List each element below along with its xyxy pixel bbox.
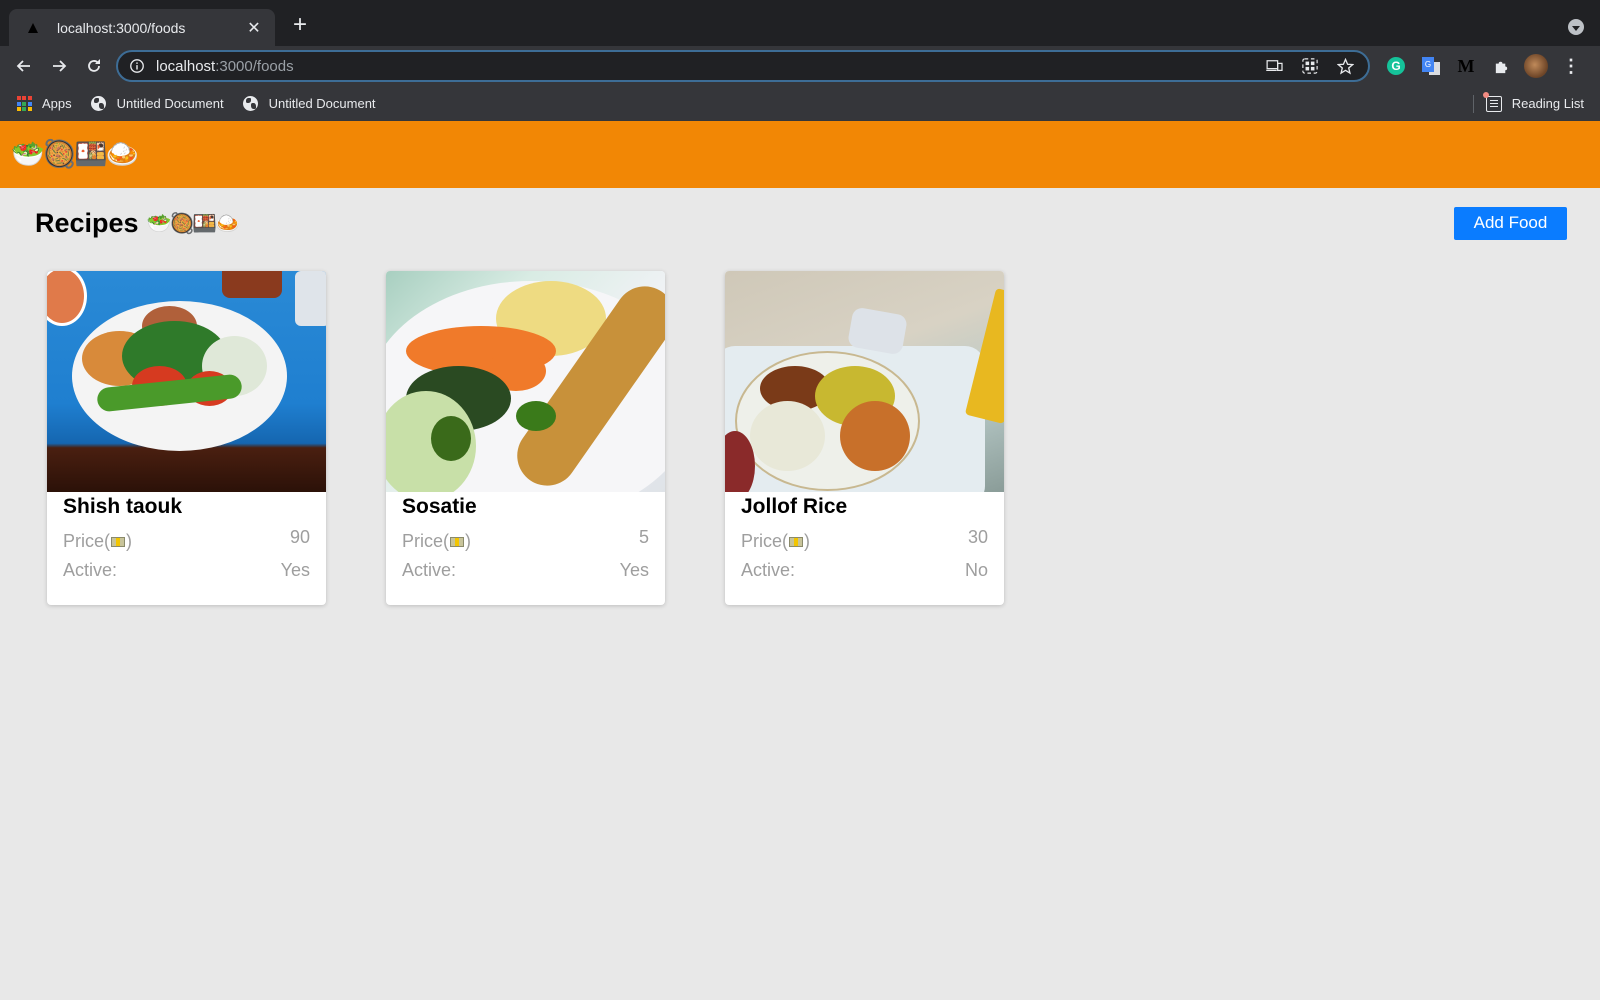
price-row: Price() 90 bbox=[63, 527, 310, 552]
tab-search-icon[interactable] bbox=[1568, 19, 1584, 35]
food-card[interactable]: Sosatie Price() 5 Active: Yes bbox=[386, 271, 665, 605]
price-value: 90 bbox=[289, 527, 310, 547]
extensions-puzzle-icon[interactable] bbox=[1489, 54, 1513, 78]
reading-list-icon bbox=[1482, 91, 1502, 112]
browser-tab-strip: localhost:3000/foods ✕ + bbox=[0, 0, 1600, 46]
price-row: Price() 30 bbox=[741, 527, 988, 552]
food-image bbox=[386, 271, 665, 492]
globe-icon bbox=[91, 96, 107, 112]
food-card-list: Shish taouk Price() 90 Active: Yes Sosat… bbox=[35, 271, 1565, 605]
apps-grid-icon bbox=[16, 96, 32, 112]
google-translate-icon[interactable]: G bbox=[1419, 54, 1443, 78]
back-button[interactable] bbox=[8, 50, 40, 82]
cast-device-icon[interactable] bbox=[1264, 55, 1286, 77]
active-value: No bbox=[964, 560, 988, 580]
new-tab-button[interactable]: + bbox=[288, 13, 312, 38]
food-name: Sosatie bbox=[402, 495, 477, 518]
browser-toolbar: localhost:3000/foods G G M ⋮ bbox=[0, 46, 1600, 86]
active-value: Yes bbox=[280, 560, 310, 580]
browser-menu-icon[interactable]: ⋮ bbox=[1559, 54, 1583, 78]
active-label: Active: bbox=[741, 560, 796, 580]
reload-icon bbox=[88, 59, 100, 72]
price-label: Price() bbox=[402, 531, 472, 551]
food-emoji-icons: 🥗🥘🍱🍛 bbox=[146, 212, 241, 235]
reload-button[interactable] bbox=[78, 50, 110, 82]
food-card[interactable]: Jollof Rice Price() 30 Active: No bbox=[725, 271, 1004, 605]
food-image bbox=[725, 271, 1004, 492]
money-icon bbox=[111, 537, 126, 548]
divider bbox=[1472, 94, 1474, 113]
arrow-left-icon bbox=[16, 60, 30, 72]
add-food-button[interactable]: Add Food bbox=[1454, 206, 1567, 240]
page-title: Recipes 🥗🥘🍱🍛 bbox=[35, 207, 241, 239]
grammarly-icon[interactable]: G bbox=[1384, 54, 1408, 78]
food-name: Jollof Rice bbox=[741, 495, 848, 518]
address-bar[interactable]: localhost:3000/foods bbox=[116, 50, 1370, 82]
price-row: Price() 5 bbox=[402, 527, 649, 552]
active-value: Yes bbox=[619, 560, 649, 580]
page-header: Recipes 🥗🥘🍱🍛 Add Food bbox=[35, 206, 1567, 240]
close-tab-icon[interactable]: ✕ bbox=[245, 19, 263, 37]
globe-icon bbox=[243, 96, 259, 112]
money-icon bbox=[450, 537, 465, 548]
active-label: Active: bbox=[402, 560, 457, 580]
url-host: localhost bbox=[156, 57, 216, 75]
page-title-text: Recipes bbox=[35, 207, 139, 238]
bookmarks-bar: Apps Untitled Document Untitled Document… bbox=[0, 86, 1600, 121]
profile-avatar[interactable] bbox=[1524, 54, 1548, 78]
url-path: :3000/foods bbox=[215, 57, 294, 75]
bookmark-label: Untitled Document bbox=[268, 96, 376, 111]
bookmark-label: Apps bbox=[42, 96, 72, 111]
app-header: 🥗🥘🍱🍛 bbox=[0, 121, 1600, 188]
reading-list-label: Reading List bbox=[1511, 96, 1584, 111]
browser-tab[interactable]: localhost:3000/foods ✕ bbox=[9, 9, 275, 46]
site-info-icon[interactable] bbox=[128, 57, 146, 75]
main-content: Recipes 🥗🥘🍱🍛 Add Food Shish taouk Price(… bbox=[0, 188, 1600, 605]
tab-title: localhost:3000/foods bbox=[57, 19, 186, 36]
active-row: Active: No bbox=[741, 560, 988, 581]
price-label: Price() bbox=[63, 531, 133, 551]
food-name: Shish taouk bbox=[63, 495, 183, 518]
active-label: Active: bbox=[63, 560, 118, 580]
arrow-right-icon bbox=[53, 60, 67, 72]
price-value: 5 bbox=[638, 527, 649, 547]
price-value: 30 bbox=[967, 527, 988, 547]
food-card[interactable]: Shish taouk Price() 90 Active: Yes bbox=[47, 271, 326, 605]
reading-list-button[interactable]: Reading List bbox=[1472, 91, 1584, 113]
app-logo[interactable]: 🥗🥘🍱🍛 bbox=[11, 141, 139, 168]
bookmark-apps[interactable]: Apps bbox=[16, 96, 72, 112]
food-card-body: Shish taouk Price() 90 Active: Yes bbox=[47, 492, 326, 581]
url-text: localhost:3000/foods bbox=[156, 58, 1251, 75]
money-icon bbox=[789, 537, 804, 548]
food-card-body: Jollof Rice Price() 30 Active: No bbox=[725, 492, 1004, 581]
bookmark-untitled-document-2[interactable]: Untitled Document bbox=[243, 96, 376, 112]
medium-icon[interactable]: M bbox=[1454, 54, 1478, 78]
forward-button[interactable] bbox=[43, 50, 75, 82]
bookmark-untitled-document-1[interactable]: Untitled Document bbox=[91, 96, 224, 112]
bookmark-label: Untitled Document bbox=[116, 96, 224, 111]
active-row: Active: Yes bbox=[63, 560, 310, 581]
food-image bbox=[47, 271, 326, 492]
bookmark-star-icon[interactable] bbox=[1334, 55, 1356, 77]
price-label: Price() bbox=[741, 531, 811, 551]
food-card-body: Sosatie Price() 5 Active: Yes bbox=[386, 492, 665, 581]
qr-code-icon[interactable] bbox=[1299, 55, 1321, 77]
favicon-icon bbox=[25, 20, 41, 36]
active-row: Active: Yes bbox=[402, 560, 649, 581]
